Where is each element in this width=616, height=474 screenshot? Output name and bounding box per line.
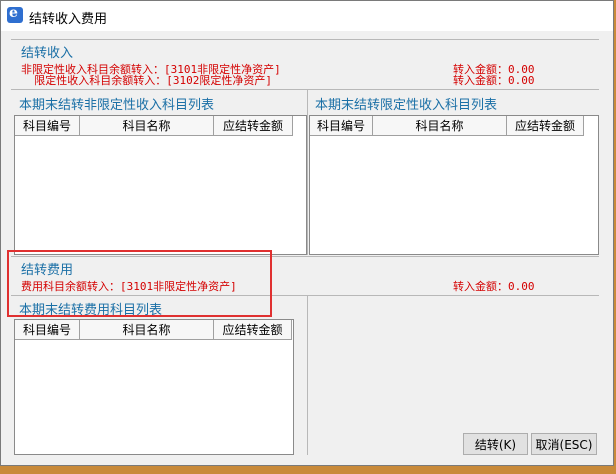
unrestricted-income-list-title: 本期末结转非限定性收入科目列表 <box>19 98 215 113</box>
expense-column-divider <box>307 295 308 455</box>
income-column-divider <box>307 89 308 255</box>
col-transfer-amount[interactable]: 应结转金额 <box>214 116 293 136</box>
col-account-code[interactable]: 科目编号 <box>310 116 373 136</box>
table-header: 科目编号 科目名称 应结转金额 <box>15 320 292 340</box>
expense-table[interactable]: 科目编号 科目名称 应结转金额 <box>14 319 294 455</box>
income-list-divider <box>11 89 599 90</box>
income-amount-restricted: 转入金额：0.00 <box>453 74 535 87</box>
table-header: 科目编号 科目名称 应结转金额 <box>310 116 584 136</box>
col-account-name[interactable]: 科目名称 <box>373 116 507 136</box>
expense-amount: 转入金额：0.00 <box>453 280 535 293</box>
unrestricted-income-table[interactable]: 科目编号 科目名称 应结转金额 <box>14 115 307 255</box>
income-heading: 结转收入 <box>21 46 74 61</box>
col-account-name[interactable]: 科目名称 <box>80 116 214 136</box>
col-transfer-amount[interactable]: 应结转金额 <box>214 320 292 340</box>
window-title: 结转收入费用 <box>29 12 108 27</box>
restricted-income-list-title: 本期末结转限定性收入科目列表 <box>315 98 498 113</box>
app-logo-icon <box>7 5 23 23</box>
highlight-box <box>7 250 272 317</box>
transfer-button[interactable]: 结转(K) <box>463 433 528 455</box>
section-border-top <box>11 39 599 40</box>
col-account-code[interactable]: 科目编号 <box>15 116 80 136</box>
table-header: 科目编号 科目名称 应结转金额 <box>15 116 293 136</box>
income-line-restricted: 限定性收入科目余额转入：[3102限定性净资产] <box>21 74 272 87</box>
col-account-name[interactable]: 科目名称 <box>80 320 214 340</box>
restricted-income-table[interactable]: 科目编号 科目名称 应结转金额 <box>309 115 599 255</box>
col-transfer-amount[interactable]: 应结转金额 <box>507 116 584 136</box>
col-account-code[interactable]: 科目编号 <box>15 320 80 340</box>
cancel-button[interactable]: 取消(ESC) <box>531 433 597 455</box>
dialog-window: 结转收入费用 结转收入 非限定性收入科目余额转入：[3101非限定性净资产] 限… <box>0 0 614 466</box>
title-bar: 结转收入费用 <box>1 1 613 31</box>
